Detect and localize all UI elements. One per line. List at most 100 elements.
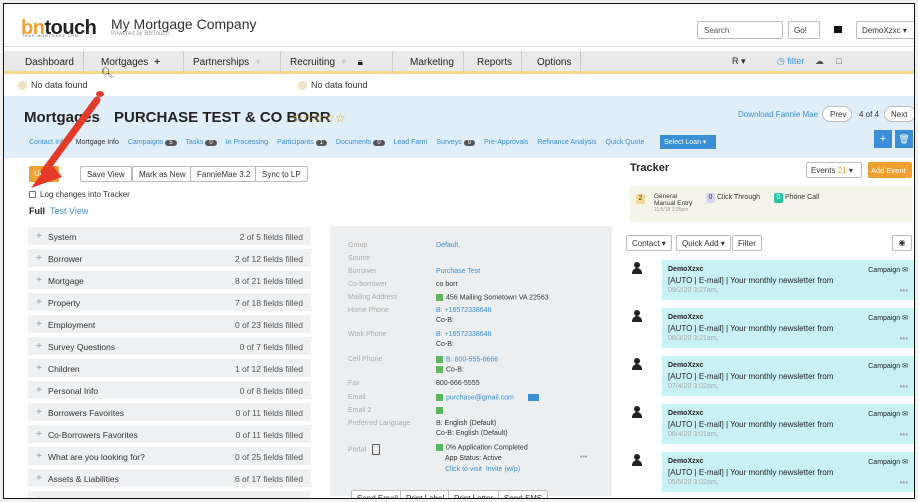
email-text[interactable]: purchase@gmail.com — [446, 394, 514, 401]
save-view-button[interactable]: Save View — [80, 166, 132, 182]
update-button[interactable]: Update — [29, 166, 60, 182]
search-input[interactable]: Search — [697, 21, 783, 39]
expand-icon[interactable]: + — [36, 319, 42, 330]
search-icon[interactable]: 🔍︎ — [101, 68, 114, 79]
section-row[interactable]: + Mortgage 8 of 21 fields filled — [28, 270, 311, 289]
contact-dropdown[interactable]: Contact ▾ — [626, 235, 672, 251]
tab-contact-info[interactable]: Contact Info — [29, 139, 67, 146]
nav-marketing[interactable]: Marketing — [401, 51, 464, 74]
tab-pre-approvals[interactable]: Pre-Approvals — [484, 139, 528, 146]
more-icon[interactable]: ••• — [900, 430, 908, 439]
filter-toggle[interactable]: ◷ filter ☁ □ — [777, 56, 842, 67]
expand-icon[interactable]: + — [36, 451, 42, 462]
tracker-entry[interactable]: DemoXzxc Campaign ✉ [AUTO | E-mail] | Your… — [630, 356, 914, 396]
lock-icon[interactable]: 🔒︎ — [358, 57, 363, 68]
section-row[interactable]: + Borrowers Favorites 0 of 11 fields fille… — [28, 402, 311, 421]
expand-icon[interactable]: + — [36, 473, 42, 484]
section-row[interactable]: + Assets & Liabilities 6 of 17 fields fill… — [28, 468, 311, 487]
eye-icon[interactable]: ◉ — [892, 235, 912, 251]
more-icon[interactable]: ••• — [900, 382, 908, 391]
expand-icon[interactable]: + — [36, 297, 42, 308]
tab-refinance-analysis[interactable]: Refinance Analysis — [537, 139, 596, 146]
home-phone-b[interactable]: B: +16572338648 — [436, 307, 491, 314]
section-row[interactable]: + Survey Questions 0 of 7 fields filled — [28, 336, 311, 355]
more-icon[interactable]: ••• — [900, 478, 908, 487]
events-dropdown[interactable]: Events 21 ▾ — [806, 162, 862, 178]
mark-new-button[interactable]: Mark as New — [132, 166, 193, 182]
expand-icon[interactable]: + — [36, 495, 42, 498]
more-icon[interactable]: ••• — [580, 454, 587, 461]
nav-reports[interactable]: Reports — [468, 51, 523, 74]
expand-icon[interactable]: + — [36, 253, 42, 264]
quick-add-dropdown[interactable]: Quick Add ▾ — [676, 235, 731, 251]
checkbox-icon[interactable] — [29, 191, 36, 199]
expand-icon[interactable]: + — [36, 429, 42, 440]
tab-quick-quote[interactable]: Quick Quote — [605, 139, 644, 146]
entry-bubble[interactable]: DemoXzxc Campaign ✉ [AUTO | E-mail] | Your… — [662, 452, 914, 492]
expand-icon[interactable]: + — [36, 385, 42, 396]
tab-documents[interactable]: Documents 0 — [336, 139, 385, 146]
video-camera-icon[interactable] — [834, 26, 842, 33]
borrower-value[interactable]: Purchase Test — [436, 268, 480, 275]
nav-dashboard[interactable]: Dashboard — [16, 51, 84, 74]
expand-icon[interactable]: + — [36, 407, 42, 418]
entry-bubble[interactable]: DemoXzxc Campaign ✉ [AUTO | E-mail] | Your… — [662, 308, 914, 348]
print-letter-button[interactable]: Print Letter — [448, 490, 500, 498]
cell-phone-text[interactable]: B: 800-555-6666 — [446, 356, 498, 363]
nav-mortgages[interactable]: Mortgages + 🔍︎ — [92, 51, 184, 79]
log-changes-checkbox[interactable]: Log changes into Tracker — [29, 190, 130, 199]
entry-bubble[interactable]: DemoXzxc Campaign ✉ [AUTO | E-mail] | Your… — [662, 356, 914, 396]
section-row[interactable]: + Borrower 2 of 12 fields filled — [28, 248, 311, 267]
summary-click-through[interactable]: 0 Click Through — [706, 193, 760, 203]
cloud-icon[interactable]: ☁ — [815, 56, 824, 66]
tracker-entry[interactable]: DemoXzxc Campaign ✉ [AUTO | E-mail] | Your… — [630, 308, 914, 348]
more-icon[interactable]: ••• — [900, 334, 908, 343]
tracker-entry[interactable]: DemoXzxc Campaign ✉ [AUTO | E-mail] | Your… — [630, 452, 914, 492]
view-test[interactable]: Test View — [50, 206, 88, 216]
tab-campaigns[interactable]: Campaigns 5 — [128, 139, 177, 146]
tab-in-processing[interactable]: In Processing — [226, 139, 268, 146]
sync-lp-button[interactable]: Sync to LP — [255, 166, 308, 182]
add-icon[interactable]: + — [341, 57, 347, 68]
tab-surveys[interactable]: Surveys 0 — [436, 139, 476, 146]
expand-icon[interactable]: + — [36, 363, 42, 374]
group-value[interactable]: Default, — [436, 242, 460, 249]
fannie-mae-button[interactable]: FannieMae 3.2 — [190, 166, 258, 182]
add-icon[interactable]: + — [154, 57, 160, 68]
tracker-entry[interactable]: DemoXzxc Campaign ✉ [AUTO | E-mail] | Your… — [630, 260, 914, 300]
trash-icon[interactable]: 🗑︎ — [895, 130, 913, 148]
entry-bubble[interactable]: DemoXzxc Campaign ✉ [AUTO | E-mail] | Your… — [662, 260, 914, 300]
tracker-entry[interactable]: DemoXzxc Campaign ✉ [AUTO | E-mail] | Your… — [630, 404, 914, 444]
nav-partnerships[interactable]: Partnerships + — [184, 51, 281, 74]
add-icon[interactable]: + — [874, 130, 892, 148]
section-row[interactable]: + Co-Borrowers Favorites 0 of 11 fields fi… — [28, 424, 311, 443]
go-button[interactable]: Go! — [788, 21, 820, 39]
download-fannie-link[interactable]: Download Fannie Mae — [738, 110, 818, 119]
expand-icon[interactable]: + — [36, 231, 42, 242]
add-event-button[interactable]: Add Event — [868, 162, 912, 178]
section-row[interactable]: + Property 7 of 18 fields filled — [28, 292, 311, 311]
summary-phone-call[interactable]: 0 Phone Call — [774, 193, 819, 203]
section-row[interactable]: + What are you looking for? 0 of 25 fields… — [28, 446, 311, 465]
portal-invite-link[interactable]: Invite (w/p) — [486, 466, 520, 473]
send-email-button[interactable]: Send Email — [351, 490, 404, 498]
select-loan-dropdown[interactable]: Select Loan ▾ — [660, 135, 716, 149]
user-menu[interactable]: DemoXzxc ▾ — [856, 21, 914, 39]
more-icon[interactable]: ••• — [900, 286, 908, 295]
expand-icon[interactable]: + — [36, 275, 42, 286]
next-button[interactable]: Next — [884, 106, 914, 122]
tab-lead-farm[interactable]: Lead Farm — [394, 139, 428, 146]
section-row[interactable]: + Process 1 of 1 fields filled — [28, 490, 311, 498]
prev-button[interactable]: Prev — [822, 106, 852, 122]
send-sms-button[interactable]: Send SMS — [498, 490, 549, 498]
r-dropdown[interactable]: R ▾ — [732, 56, 746, 67]
portal-visit-link[interactable]: Click to visit — [445, 466, 482, 473]
tab-mortgage-info[interactable]: Mortgage Info — [76, 139, 119, 146]
expand-icon[interactable]: + — [36, 341, 42, 352]
view-full[interactable]: Full — [29, 206, 45, 216]
print-label-button[interactable]: Print Label — [400, 490, 451, 498]
section-row[interactable]: + System 2 of 5 fields filled — [28, 226, 311, 245]
tab-participants[interactable]: Participants 1 — [277, 139, 327, 146]
tracker-filter-button[interactable]: Filter — [732, 235, 762, 251]
work-phone-b[interactable]: B: +16572338648 — [436, 331, 491, 338]
